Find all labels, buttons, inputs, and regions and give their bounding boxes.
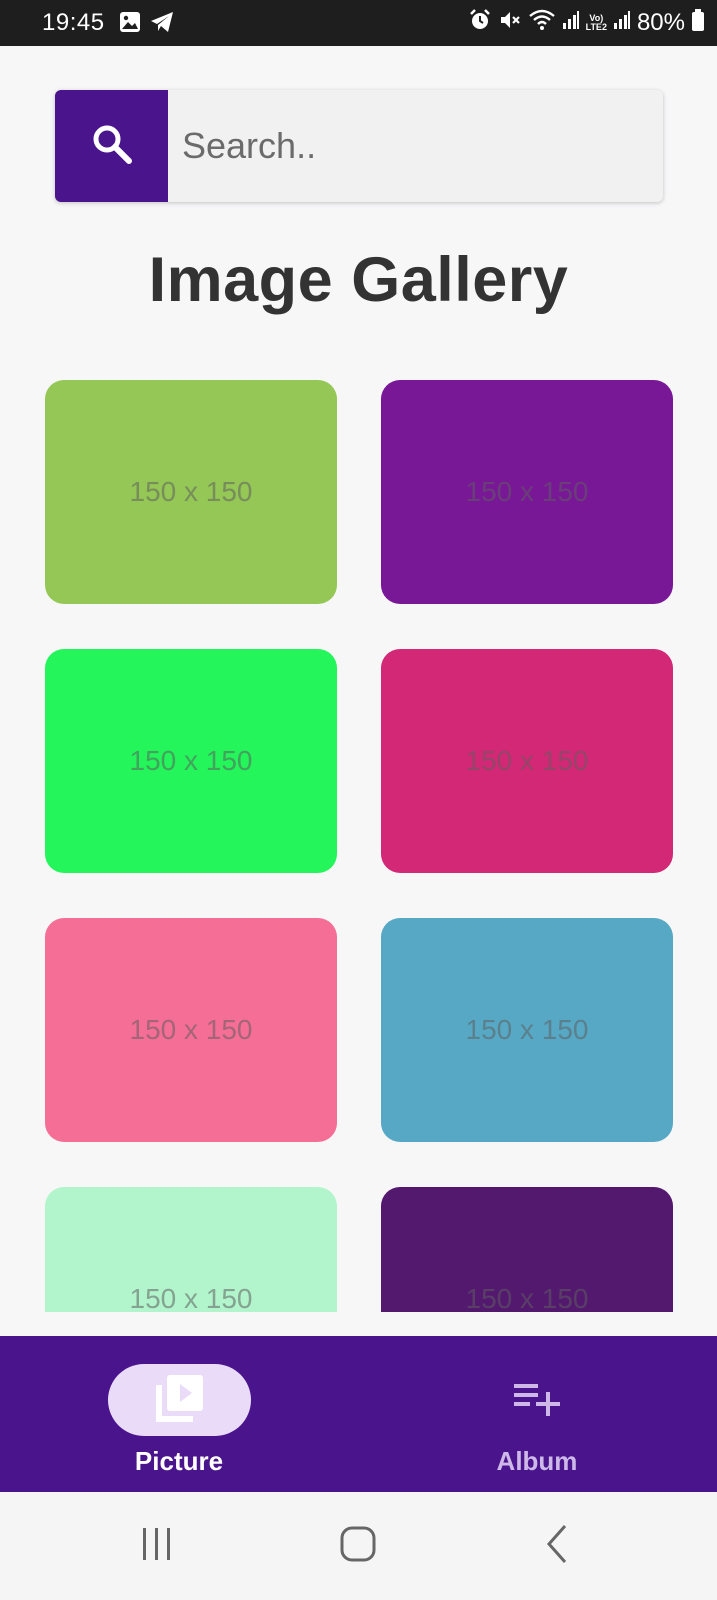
gallery-image-placeholder-label: 150 x 150 bbox=[129, 476, 253, 507]
search-bar bbox=[55, 90, 663, 202]
back-button[interactable] bbox=[529, 1520, 589, 1572]
system-navigation-bar bbox=[0, 1492, 717, 1600]
gallery-image-tile[interactable]: 150 x 150 bbox=[45, 649, 337, 873]
nav-item-album[interactable]: Album bbox=[358, 1336, 716, 1492]
gallery-image-placeholder-label: 150 x 150 bbox=[129, 745, 253, 776]
gallery-image-tile[interactable]: 150 x 150 bbox=[45, 380, 337, 604]
nav-label-album: Album bbox=[496, 1446, 578, 1476]
gallery-image-placeholder-label: 150 x 150 bbox=[465, 1014, 589, 1045]
home-button[interactable] bbox=[328, 1520, 388, 1572]
page-title: Image Gallery bbox=[148, 245, 569, 315]
nav-label-picture: Picture bbox=[134, 1446, 224, 1476]
gallery-image-tile[interactable]: 150 x 150 bbox=[45, 918, 337, 1142]
recent-apps-button[interactable] bbox=[127, 1520, 187, 1572]
search-button[interactable] bbox=[55, 90, 168, 202]
back-icon bbox=[539, 1524, 579, 1569]
playlist-add-icon bbox=[508, 1378, 566, 1422]
gallery-image-placeholder-label: 150 x 150 bbox=[129, 1014, 253, 1045]
gallery-image-tile[interactable]: 150 x 150 bbox=[381, 1187, 673, 1312]
home-icon bbox=[338, 1524, 378, 1569]
gallery-image-placeholder-label: 150 x 150 bbox=[465, 476, 589, 507]
gallery-image-placeholder-label: 150 x 150 bbox=[465, 1283, 589, 1312]
gallery-image-placeholder-label: 150 x 150 bbox=[129, 1283, 253, 1312]
search-icon bbox=[89, 121, 135, 172]
nav-item-picture[interactable]: Picture bbox=[0, 1336, 358, 1492]
gallery-image-tile[interactable]: 150 x 150 bbox=[381, 918, 673, 1142]
gallery-image-tile[interactable]: 150 x 150 bbox=[381, 380, 673, 604]
bottom-navigation: Picture Album bbox=[0, 1336, 717, 1492]
gallery-image-placeholder-label: 150 x 150 bbox=[465, 745, 589, 776]
recent-apps-icon bbox=[137, 1524, 177, 1569]
search-input[interactable] bbox=[168, 90, 663, 202]
gallery-image-tile[interactable]: 150 x 150 bbox=[381, 649, 673, 873]
nav-active-indicator bbox=[108, 1364, 251, 1436]
gallery-image-tile[interactable]: 150 x 150 bbox=[45, 1187, 337, 1312]
video-library-icon bbox=[153, 1371, 207, 1430]
